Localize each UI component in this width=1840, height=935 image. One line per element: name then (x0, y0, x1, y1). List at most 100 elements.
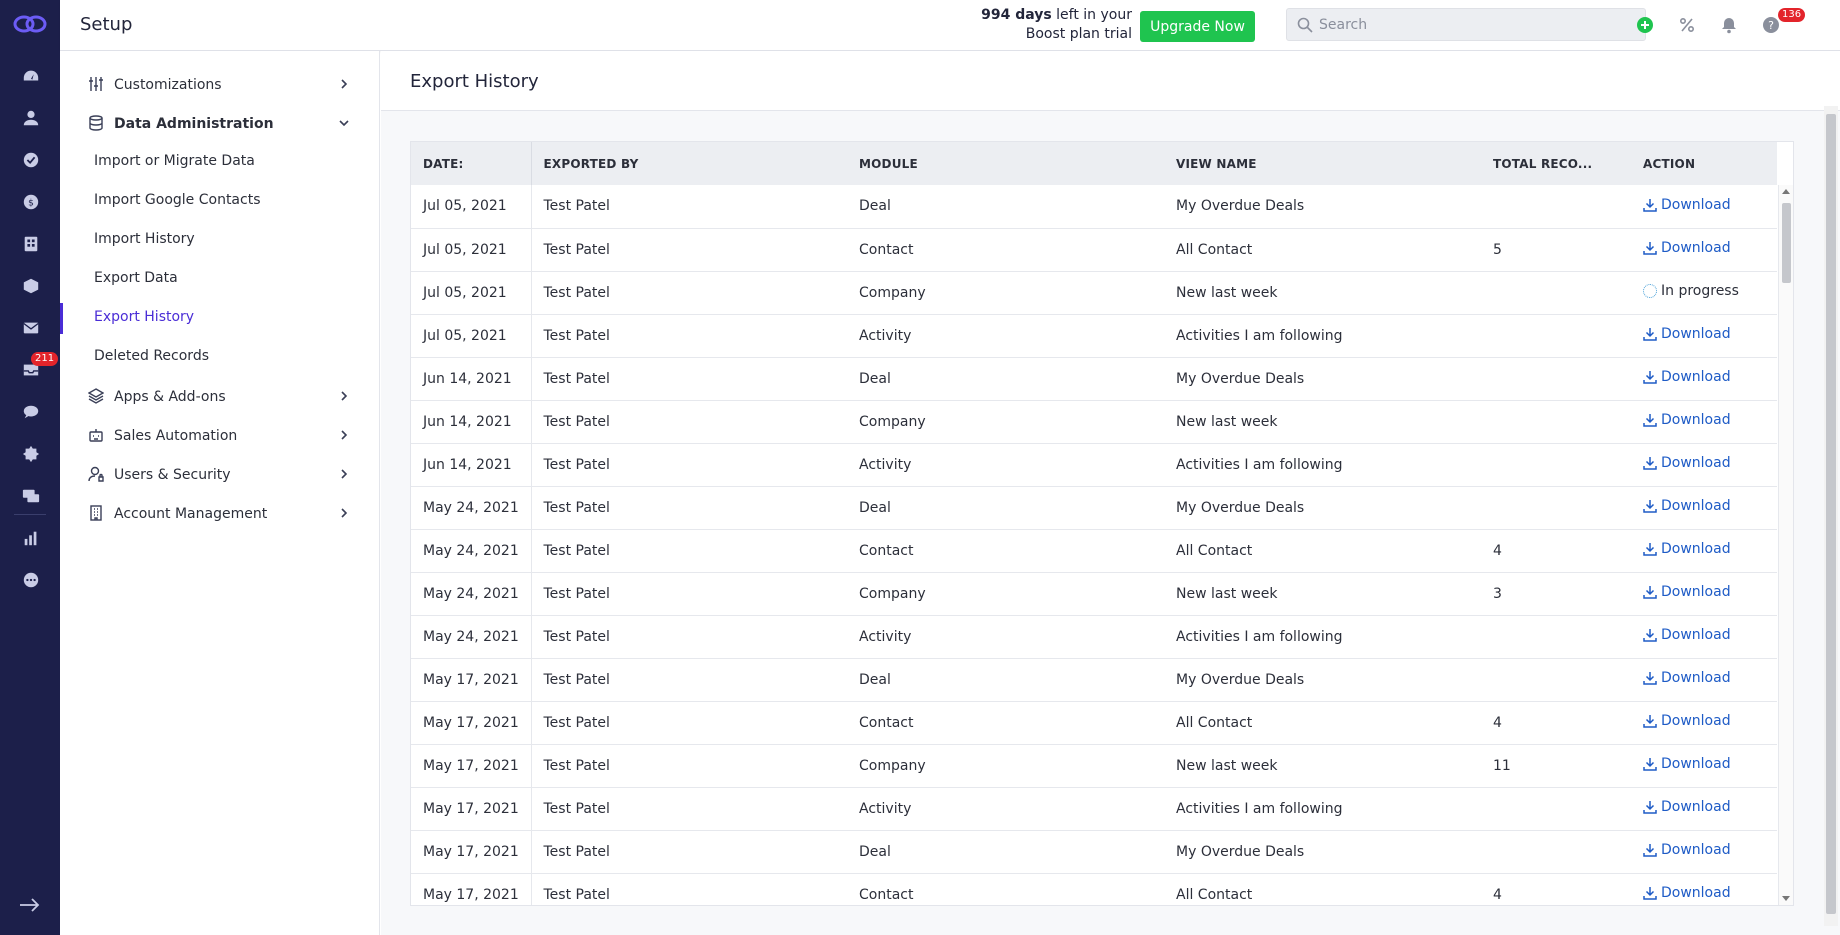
more-icon[interactable] (20, 569, 42, 591)
download-link[interactable]: Download (1643, 670, 1731, 686)
scroll-down-arrow[interactable] (1782, 896, 1790, 901)
column-header-date[interactable]: DATE: (411, 142, 532, 185)
column-header-exported-by[interactable]: EXPORTED BY (531, 142, 847, 185)
sidebar-group-users-security[interactable]: Users & Security (60, 455, 380, 494)
sidebar-group-account-management[interactable]: Account Management (60, 494, 380, 533)
download-label: Download (1661, 627, 1731, 643)
mail-icon[interactable] (20, 317, 42, 339)
sidebar-item-export-data[interactable]: Export Data (60, 260, 380, 299)
download-link[interactable]: Download (1643, 627, 1731, 643)
cell-total-records (1481, 658, 1631, 702)
cell-date: May 17, 2021 (411, 787, 532, 831)
content-header: Export History (381, 51, 1840, 111)
cell-date: May 17, 2021 (411, 701, 532, 745)
cell-view-name: My Overdue Deals (1164, 658, 1481, 702)
trial-days: 994 days (981, 7, 1052, 23)
cell-action: Download (1631, 357, 1777, 401)
download-icon (1643, 542, 1657, 556)
cell-view-name: New last week (1164, 400, 1481, 444)
column-header-view-name[interactable]: VIEW NAME (1164, 142, 1481, 185)
sidebar-group-sales-automation[interactable]: Sales Automation (60, 416, 380, 455)
cell-exported-by: Test Patel (531, 185, 847, 229)
download-icon (1643, 800, 1657, 814)
sidebar-item-deleted-records[interactable]: Deleted Records (60, 338, 380, 377)
scroll-up-arrow[interactable] (1782, 189, 1790, 194)
contacts-icon[interactable] (20, 107, 42, 129)
notifications-bell-icon[interactable] (1719, 15, 1739, 35)
cell-total-records (1481, 400, 1631, 444)
messages-icon[interactable] (20, 485, 42, 507)
chevron-down-icon (338, 117, 350, 129)
table-row: May 17, 2021 Test Patel Activity Activities… (411, 787, 1777, 831)
cell-module: Activity (847, 787, 1164, 831)
cell-total-records (1481, 443, 1631, 487)
top-header: Setup 994 days left in your Boost plan t… (60, 0, 1840, 51)
dashboard-icon[interactable] (20, 65, 42, 87)
trial-text-1: left in your (1051, 7, 1132, 23)
expand-rail-icon[interactable] (18, 895, 42, 915)
download-link[interactable]: Download (1643, 584, 1731, 600)
download-link[interactable]: Download (1643, 799, 1731, 815)
sidebar-group-customizations[interactable]: Customizations (60, 65, 380, 104)
sidebar-group-data-administration[interactable]: Data Administration (60, 104, 380, 143)
download-link[interactable]: Download (1643, 498, 1731, 514)
download-link[interactable]: Download (1643, 326, 1731, 342)
global-search[interactable] (1286, 8, 1646, 41)
deals-icon[interactable]: $ (20, 191, 42, 213)
cell-module: Deal (847, 830, 1164, 874)
sidebar-item-import-history[interactable]: Import History (60, 221, 380, 260)
inbox-badge: 211 (31, 352, 59, 366)
scrollbar-thumb[interactable] (1782, 203, 1791, 283)
app-logo-icon[interactable] (13, 13, 47, 35)
table-scrollbar[interactable] (1778, 185, 1793, 905)
automation-icon[interactable] (20, 443, 42, 465)
download-link[interactable]: Download (1643, 412, 1731, 428)
cell-total-records (1481, 314, 1631, 358)
percent-offer-icon[interactable] (1677, 15, 1697, 35)
column-header-module[interactable]: MODULE (847, 142, 1164, 185)
page-scrollbar[interactable] (1824, 106, 1838, 926)
download-link[interactable]: Download (1643, 713, 1731, 729)
cell-exported-by: Test Patel (531, 486, 847, 530)
cell-action: In progress (1631, 271, 1777, 315)
download-link[interactable]: Download (1643, 197, 1731, 213)
upgrade-now-button[interactable]: Upgrade Now (1140, 11, 1255, 42)
cell-total-records (1481, 357, 1631, 401)
download-link[interactable]: Download (1643, 455, 1731, 471)
table-row: Jul 05, 2021 Test Patel Activity Activities… (411, 314, 1777, 358)
table-row: May 24, 2021 Test Patel Deal My Overdue Dea… (411, 486, 1777, 530)
sidebar-item-import-or-migrate-data[interactable]: Import or Migrate Data (60, 143, 380, 182)
sidebar-item-export-history[interactable]: Export History (60, 299, 380, 338)
column-header-total-records[interactable]: TOTAL RECO... (1481, 142, 1631, 185)
page-scrollbar-thumb[interactable] (1826, 114, 1836, 914)
search-icon (1297, 17, 1313, 33)
chat-icon[interactable] (20, 401, 42, 423)
tasks-icon[interactable] (20, 149, 42, 171)
accounts-icon[interactable] (20, 233, 42, 255)
svg-text:$: $ (28, 199, 34, 209)
download-link[interactable]: Download (1643, 756, 1731, 772)
layers-icon (87, 388, 105, 404)
cell-total-records (1481, 615, 1631, 659)
add-icon[interactable] (1635, 15, 1655, 35)
export-history-table: DATE: EXPORTED BY MODULE VIEW NAME TOTAL… (410, 141, 1794, 906)
chevron-right-icon (338, 507, 350, 519)
download-link[interactable]: Download (1643, 885, 1731, 901)
reports-icon[interactable] (20, 527, 42, 549)
cell-date: May 24, 2021 (411, 486, 532, 530)
download-label: Download (1661, 670, 1731, 686)
download-link[interactable]: Download (1643, 541, 1731, 557)
download-link[interactable]: Download (1643, 842, 1731, 858)
sidebar-group-apps-add-ons[interactable]: Apps & Add-ons (60, 377, 380, 416)
help-icon[interactable]: ? (1761, 15, 1781, 35)
download-link[interactable]: Download (1643, 369, 1731, 385)
chevron-right-icon (338, 390, 350, 402)
cell-action: Download (1631, 830, 1777, 874)
products-icon[interactable] (20, 275, 42, 297)
cell-date: Jun 14, 2021 (411, 400, 532, 444)
sidebar-group-label: Apps & Add-ons (114, 388, 226, 405)
sidebar-item-import-google-contacts[interactable]: Import Google Contacts (60, 182, 380, 221)
download-link[interactable]: Download (1643, 240, 1731, 256)
search-input[interactable] (1319, 15, 1629, 35)
notification-badge: 136 (1778, 8, 1806, 22)
